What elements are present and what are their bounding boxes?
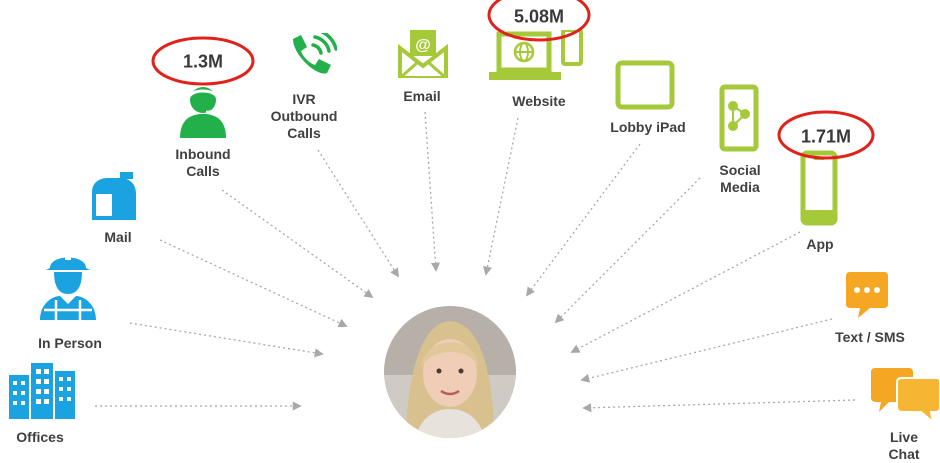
omnichannel-diagram: Offices In Person Mail Inbound Calls IVR… (0, 0, 940, 462)
metric-website: 5.08M (513, 6, 565, 27)
metric-highlights (151, 0, 875, 160)
metric-app: 1.71M (800, 126, 852, 147)
metric-inbound-calls: 1.3M (182, 51, 224, 72)
